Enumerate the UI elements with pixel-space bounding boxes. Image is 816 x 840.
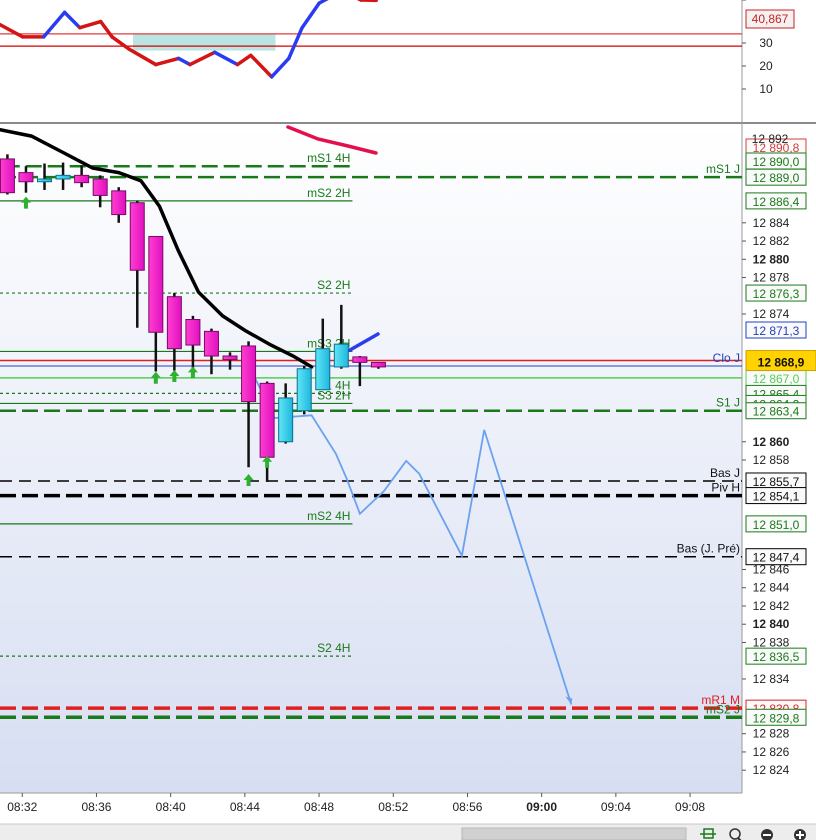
x-tick-label: 09:00 [526,800,557,814]
candle-body-17 [315,348,331,391]
price-tag-label: 12 886,4 [753,195,800,209]
candle-body-18 [333,343,349,368]
candle-body-8 [148,235,164,333]
candle-body-2 [37,178,53,183]
x-tick-label: 08:48 [304,800,334,814]
candle-body-7 [129,202,145,271]
candle-body-10 [185,319,201,346]
y-tick-label: 12 828 [753,727,790,741]
level-label-10: S1 J [716,396,740,410]
osc-tick-label: 20 [759,59,773,73]
candle-body-5 [92,178,108,196]
level-label-13: mS2 4H [307,509,350,523]
candle-body-4 [74,174,90,184]
level-label-14: Bas (J. Pré) [677,542,740,556]
y-tick-label: 12 824 [753,763,790,777]
y-tick-label: 12 840 [753,617,790,631]
candle-body-16 [296,368,312,412]
y-tick-label: 12 884 [753,216,790,230]
candle-body-13 [241,345,257,403]
status-bar [0,824,816,840]
x-tick-label: 08:52 [378,800,408,814]
y-tick-label: 12 838 [753,635,790,649]
price-tag-label: 12 889,0 [753,171,800,185]
price-tag-label: 12 854,1 [753,490,800,504]
current-price-label: 12 868,9 [758,356,805,370]
y-tick-label: 12 878 [753,271,790,285]
oscillator-panel [0,0,742,121]
x-tick-label: 09:08 [675,800,705,814]
y-tick-label: 12 826 [753,745,790,759]
candle-body-9 [166,296,182,350]
x-tick-label: 08:32 [7,800,37,814]
candle-body-20 [370,361,386,368]
level-label-12: Piv H [711,481,740,495]
price-tag-label: 12 855,7 [753,475,800,489]
candle-body-12 [222,355,238,361]
price-tag-label: 12 851,0 [753,518,800,532]
level-label-3: S2 2H [317,278,350,292]
candle-body-6 [111,190,127,216]
level-label-6: Clo J [713,351,740,365]
level-label-11: Bas J [710,466,740,480]
price-tag-label: 12 876,3 [753,287,800,301]
candle-body-1 [18,172,34,183]
candle-body-3 [55,174,71,180]
y-tick-label: 12 860 [753,435,790,449]
level-label-2: mS2 2H [307,186,350,200]
level-label-9: S3 2H [317,388,350,402]
y-tick-label: 12 842 [753,599,790,613]
level-label-1: mS1 J [706,162,740,176]
candle-body-15 [278,397,294,443]
y-tick-label: 12 882 [753,234,790,248]
price-tag-label: 12 867,0 [753,372,800,386]
top-faint-tick: 12 892 [752,132,789,146]
candle-body-0 [0,158,15,194]
y-tick-label: 12 846 [753,562,790,576]
osc-tick-label: 10 [759,82,773,96]
candle-body-19 [352,356,368,363]
x-tick-label: 08:36 [81,800,111,814]
partial-tag: 12 871,3 [753,324,800,338]
x-tick-label: 08:44 [230,800,260,814]
candle-body-11 [203,330,219,357]
mid-price-tag: 12 890,0 [753,155,800,169]
y-tick-label: 12 834 [753,672,790,686]
price-panel [0,125,742,793]
y-tick-label: 12 880 [753,252,790,266]
x-tick-label: 08:56 [452,800,482,814]
price-tag-label: 12 829,8 [753,711,800,725]
candle-body-14 [259,382,275,458]
y-tick-label: 12 874 [753,307,790,321]
x-tick-label: 09:04 [601,800,631,814]
scrollbar-thumb[interactable] [461,827,687,840]
osc-value-label: 40,867 [752,12,789,26]
price-tag-label: 12 836,5 [753,650,800,664]
y-tick-label: 12 844 [753,581,790,595]
x-tick-label: 08:40 [156,800,186,814]
osc-tick-label: 30 [759,36,773,50]
oversold-fill [133,33,276,51]
level-label-17: mS2 J [706,702,740,716]
trading-chart: mS1 4HmS1 JmS2 2HS2 2HmS3 2HClo JS1 4HS3… [0,0,816,840]
price-tag-label: 12 863,4 [753,405,800,419]
y-tick-label: 12 858 [753,453,790,467]
level-label-0: mS1 4H [307,151,350,165]
level-label-15: S2 4H [317,641,350,655]
